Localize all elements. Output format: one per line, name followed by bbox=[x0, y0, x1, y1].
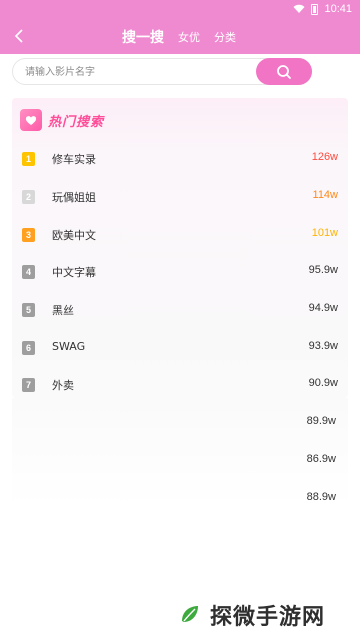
tab-search[interactable]: 搜一搜 bbox=[122, 27, 164, 47]
status-time: 10:41 bbox=[324, 3, 352, 15]
search-count: 101w bbox=[311, 227, 338, 239]
search-term: SWAG bbox=[52, 340, 86, 353]
wifi-icon bbox=[293, 4, 305, 13]
rank-badge: 4 bbox=[22, 265, 35, 279]
search-term: 玩偶姐姐 bbox=[52, 191, 96, 204]
search-term: 修车实录 bbox=[52, 153, 96, 166]
hot-search-card-fade bbox=[12, 398, 348, 508]
search-input[interactable] bbox=[25, 63, 255, 81]
search-count: 88.9w bbox=[306, 491, 336, 503]
rank-badge: 3 bbox=[22, 228, 35, 242]
hot-search-title: 热门搜索 bbox=[48, 114, 105, 130]
search-count: 90.9w bbox=[308, 377, 338, 389]
search-term: 欧美中文 bbox=[52, 229, 96, 242]
rank-badge: 1 bbox=[22, 152, 35, 166]
hot-search-row[interactable]: 2 玩偶姐姐 114w bbox=[22, 188, 338, 206]
search-count: 89.9w bbox=[306, 415, 336, 427]
search-term: 外卖 bbox=[52, 379, 74, 392]
rank-badge: 5 bbox=[22, 303, 35, 317]
rank-badge: 2 bbox=[22, 190, 35, 204]
hot-search-row[interactable]: 6 SWAG 93.9w bbox=[22, 339, 338, 357]
back-arrow-icon[interactable] bbox=[14, 28, 30, 46]
search-count: 94.9w bbox=[308, 302, 338, 314]
heart-icon bbox=[20, 109, 42, 131]
search-count: 95.9w bbox=[308, 264, 338, 276]
search-term: 黑丝 bbox=[52, 304, 74, 317]
watermark-text: 探微手游网 bbox=[210, 605, 326, 630]
top-navbar: 搜一搜 女优 分类 bbox=[0, 20, 360, 54]
rank-badge: 6 bbox=[22, 341, 35, 355]
search-count: 86.9w bbox=[306, 453, 336, 465]
hot-search-header: 热门搜索 bbox=[20, 108, 104, 132]
hot-search-row[interactable]: 1 修车实录 126w bbox=[22, 150, 338, 168]
watermark: 探微手游网 bbox=[176, 600, 356, 630]
tab-categories[interactable]: 分类 bbox=[214, 29, 236, 45]
search-count: 93.9w bbox=[308, 340, 338, 352]
search-count: 126w bbox=[311, 151, 338, 163]
hot-search-row[interactable]: 7 外卖 90.9w bbox=[22, 376, 338, 394]
status-icons: 10:41 bbox=[293, 3, 352, 15]
hot-search-row[interactable]: 4 中文字幕 95.9w bbox=[22, 263, 338, 281]
status-bar: 10:41 bbox=[0, 0, 360, 20]
rank-badge: 7 bbox=[22, 378, 35, 392]
leaf-logo-icon bbox=[177, 602, 203, 628]
search-count: 114w bbox=[312, 189, 338, 201]
tab-actresses[interactable]: 女优 bbox=[178, 29, 200, 45]
hot-search-row[interactable]: 5 黑丝 94.9w bbox=[22, 301, 338, 319]
hot-search-row[interactable]: 3 欧美中文 101w bbox=[22, 226, 338, 244]
search-button[interactable] bbox=[256, 58, 312, 85]
search-bar bbox=[12, 58, 312, 85]
search-icon bbox=[277, 64, 291, 79]
battery-icon bbox=[311, 3, 319, 15]
nav-tabs: 搜一搜 女优 分类 bbox=[122, 20, 236, 54]
search-term: 中文字幕 bbox=[52, 266, 96, 279]
